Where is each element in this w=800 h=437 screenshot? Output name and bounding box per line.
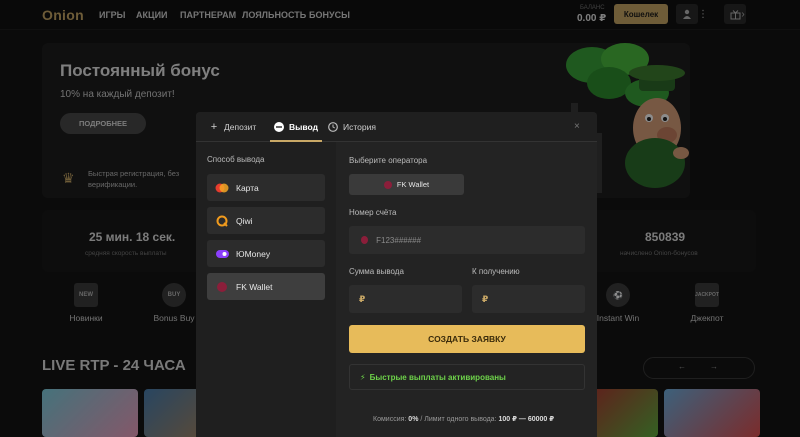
fee-label: Комиссия:	[373, 416, 407, 423]
amount-label: Сумма вывода	[349, 267, 404, 276]
method-card[interactable]: Карта	[207, 174, 325, 201]
create-request-button[interactable]: СОЗДАТЬ ЗАЯВКУ	[349, 325, 585, 353]
method-label: ЮMoney	[236, 248, 271, 259]
lightning-icon: ⚡	[360, 372, 366, 382]
clock-icon	[328, 122, 338, 132]
receive-label: К получению	[472, 267, 520, 276]
limit-label: / Лимит одного вывода:	[420, 416, 497, 423]
operator-button[interactable]: FK Wallet	[349, 174, 464, 195]
method-label: Карта	[236, 182, 259, 193]
account-input[interactable]	[374, 234, 585, 246]
method-label: FK Wallet	[236, 281, 273, 292]
fast-payouts-notice: ⚡ Быстрые выплаты активированы	[349, 364, 585, 390]
fkwallet-icon	[215, 281, 229, 293]
fee-info: Комиссия: 0% / Лимит одного вывода: 100 …	[373, 415, 554, 423]
fkwallet-icon	[383, 180, 392, 189]
tab-label: Депозит	[224, 122, 257, 132]
receive-input[interactable]	[496, 293, 585, 305]
withdraw-modal: + Депозит Вывод История × Способ вывода …	[196, 112, 597, 437]
account-field[interactable]	[349, 226, 585, 254]
plus-icon: +	[210, 121, 218, 133]
modal-tabs: + Депозит Вывод История	[196, 112, 597, 142]
methods-title: Способ вывода	[207, 155, 265, 164]
receive-field[interactable]: ₽	[472, 285, 585, 313]
account-label: Номер счёта	[349, 208, 397, 217]
tab-label: Вывод	[289, 122, 318, 132]
card-icon	[215, 182, 229, 194]
method-fkwallet[interactable]: FK Wallet	[207, 273, 325, 300]
ruble-icon: ₽	[482, 293, 489, 304]
method-sidebar: Способ вывода Карта Qiwi ЮMoney FK Walle…	[196, 142, 336, 437]
method-qiwi[interactable]: Qiwi	[207, 207, 325, 234]
amount-input[interactable]	[373, 293, 462, 305]
fkwallet-icon	[361, 236, 369, 244]
amount-field[interactable]: ₽	[349, 285, 462, 313]
tab-history[interactable]: История	[328, 112, 376, 142]
tab-label: История	[343, 122, 376, 132]
ruble-icon: ₽	[359, 293, 366, 304]
tab-deposit[interactable]: + Депозит	[209, 112, 256, 142]
limit-value: 100 ₽ — 60000 ₽	[498, 416, 555, 423]
operator-value: FK Wallet	[396, 180, 430, 189]
method-yoomoney[interactable]: ЮMoney	[207, 240, 325, 267]
fast-payouts-text: Быстрые выплаты активированы	[369, 372, 506, 382]
close-icon[interactable]: ×	[574, 121, 580, 132]
method-label: Qiwi	[236, 215, 253, 226]
qiwi-icon	[215, 215, 229, 227]
fee-value: 0%	[408, 416, 419, 423]
yoomoney-icon	[215, 248, 229, 260]
tab-withdraw[interactable]: Вывод	[270, 112, 322, 142]
minus-icon	[274, 122, 284, 132]
operator-label: Выберите оператора	[349, 156, 428, 165]
